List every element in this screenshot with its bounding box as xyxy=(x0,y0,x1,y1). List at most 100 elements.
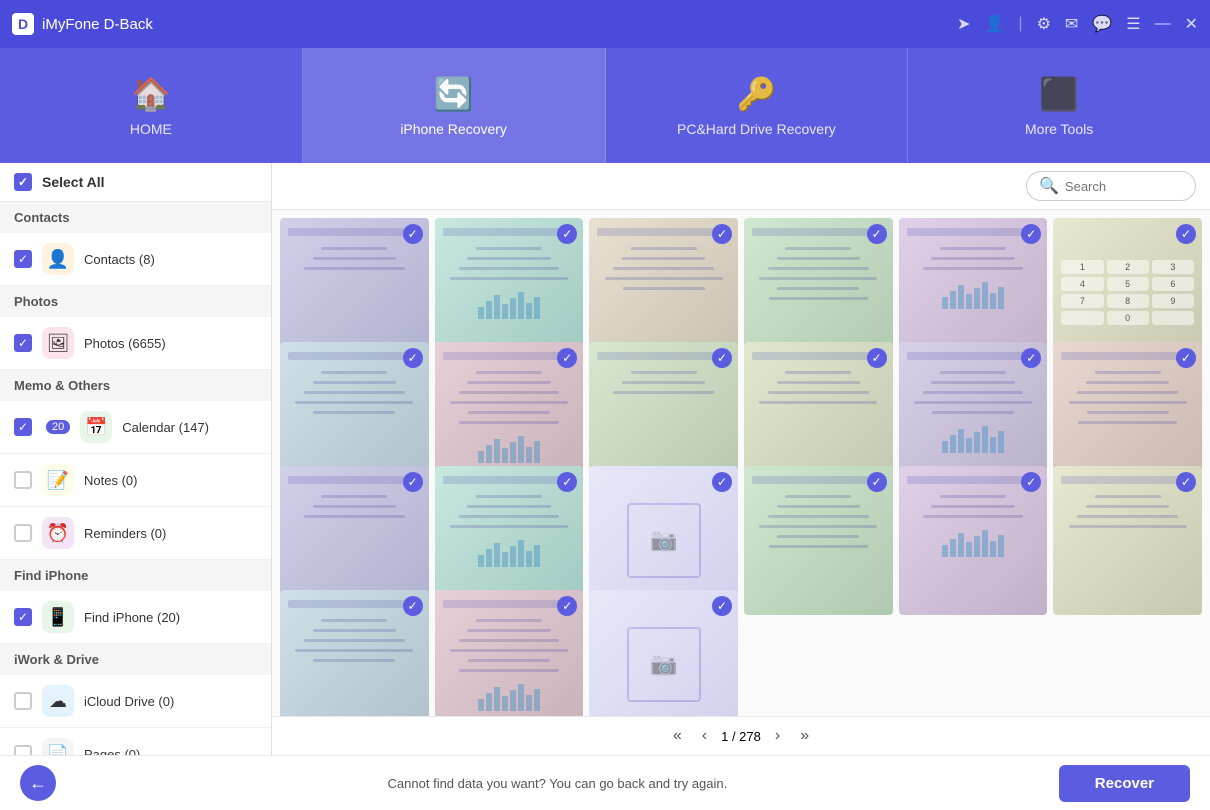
sidebar-item-pages[interactable]: 📄 Pages (0) xyxy=(0,728,271,755)
app-name: iMyFone D-Back xyxy=(42,16,957,33)
grid-item[interactable]: ✓ xyxy=(435,590,584,716)
search-icon: 🔍 xyxy=(1039,176,1059,196)
search-box[interactable]: 🔍 xyxy=(1026,171,1196,201)
tab-more-tools[interactable]: ⬛ More Tools xyxy=(908,48,1210,163)
app-logo: D xyxy=(12,13,34,35)
grid-item[interactable]: ✓ xyxy=(899,466,1048,615)
bottom-bar: ← Cannot find data you want? You can go … xyxy=(0,755,1210,810)
placeholder-image-icon: 📷 xyxy=(627,503,701,577)
item-check[interactable]: ✓ xyxy=(1176,472,1196,492)
nav-tabs: 🏠 HOME 🔄 iPhone Recovery 🔑 PC&Hard Drive… xyxy=(0,48,1210,163)
last-page-button[interactable]: » xyxy=(794,725,815,747)
section-photos-header: Photos xyxy=(0,286,271,317)
section-find-iphone-header: Find iPhone xyxy=(0,560,271,591)
tab-pc-recovery-label: PC&Hard Drive Recovery xyxy=(677,121,836,137)
first-page-button[interactable]: « xyxy=(667,725,688,747)
find-iphone-icon: 📱 xyxy=(42,601,74,633)
item-check[interactable]: ✓ xyxy=(1176,224,1196,244)
close-icon[interactable]: ✕ xyxy=(1185,14,1198,34)
pages-checkbox[interactable] xyxy=(14,745,32,755)
sidebar-item-calendar[interactable]: ✓ 20 📅 Calendar (147) xyxy=(0,401,271,454)
notes-icon: 📝 xyxy=(42,464,74,496)
item-check[interactable]: ✓ xyxy=(712,472,732,492)
grid-item[interactable]: ✓ xyxy=(744,466,893,615)
tab-iphone-recovery-label: iPhone Recovery xyxy=(400,121,507,137)
calendar-checkbox[interactable]: ✓ xyxy=(14,418,32,436)
item-check[interactable]: ✓ xyxy=(712,224,732,244)
window-controls: ➤ 👤 | ⚙ ✉ 💬 ☰ — ✕ xyxy=(957,14,1198,34)
icloud-drive-checkbox[interactable] xyxy=(14,692,32,710)
title-bar: D iMyFone D-Back ➤ 👤 | ⚙ ✉ 💬 ☰ — ✕ xyxy=(0,0,1210,48)
tab-more-tools-label: More Tools xyxy=(1025,121,1093,137)
tab-iphone-recovery[interactable]: 🔄 iPhone Recovery xyxy=(303,48,606,163)
reminders-label: Reminders (0) xyxy=(84,526,166,541)
sidebar-item-reminders[interactable]: ⏰ Reminders (0) xyxy=(0,507,271,560)
item-check[interactable]: ✓ xyxy=(403,348,423,368)
section-contacts-header: Contacts xyxy=(0,202,271,233)
item-check[interactable]: ✓ xyxy=(712,596,732,616)
tab-home-label: HOME xyxy=(130,121,172,137)
grid-item[interactable]: ✓ xyxy=(1053,466,1202,615)
calendar-badge: 20 xyxy=(46,420,70,434)
tab-home[interactable]: 🏠 HOME xyxy=(0,48,303,163)
calendar-label: Calendar (147) xyxy=(122,420,209,435)
main-content: ✓ Select All Contacts ✓ 👤 Contacts (8) P… xyxy=(0,163,1210,755)
item-check[interactable]: ✓ xyxy=(712,348,732,368)
section-memo-header: Memo & Others xyxy=(0,370,271,401)
pagination: « ‹ 1 / 278 › » xyxy=(272,716,1210,755)
back-button[interactable]: ← xyxy=(20,765,56,801)
item-check[interactable]: ✓ xyxy=(1176,348,1196,368)
item-check[interactable]: ✓ xyxy=(867,472,887,492)
select-all-row[interactable]: ✓ Select All xyxy=(0,163,271,202)
minimize-icon[interactable]: — xyxy=(1155,15,1171,33)
pages-icon: 📄 xyxy=(42,738,74,755)
sidebar-item-icloud-drive[interactable]: ☁ iCloud Drive (0) xyxy=(0,675,271,728)
iphone-recovery-icon: 🔄 xyxy=(434,75,474,113)
notes-label: Notes (0) xyxy=(84,473,137,488)
content-toolbar: 🔍 xyxy=(272,163,1210,210)
find-iphone-checkbox[interactable]: ✓ xyxy=(14,608,32,626)
pages-label: Pages (0) xyxy=(84,747,140,756)
tab-pc-recovery[interactable]: 🔑 PC&Hard Drive Recovery xyxy=(606,48,909,163)
share-icon[interactable]: ➤ xyxy=(957,14,970,34)
bottom-message: Cannot find data you want? You can go ba… xyxy=(72,776,1043,791)
chat-icon[interactable]: 💬 xyxy=(1092,14,1112,34)
item-check[interactable]: ✓ xyxy=(403,596,423,616)
sidebar: ✓ Select All Contacts ✓ 👤 Contacts (8) P… xyxy=(0,163,272,755)
user-icon[interactable]: 👤 xyxy=(985,14,1005,34)
search-input[interactable] xyxy=(1065,179,1183,194)
prev-page-button[interactable]: ‹ xyxy=(696,725,713,747)
calendar-icon: 📅 xyxy=(80,411,112,443)
item-check[interactable]: ✓ xyxy=(403,224,423,244)
next-page-button[interactable]: › xyxy=(769,725,786,747)
grid-item[interactable]: ✓ xyxy=(280,590,429,716)
photos-label: Photos (6655) xyxy=(84,336,166,351)
item-check[interactable]: ✓ xyxy=(403,472,423,492)
more-tools-icon: ⬛ xyxy=(1039,75,1079,113)
reminders-checkbox[interactable] xyxy=(14,524,32,542)
sidebar-item-find-iphone[interactable]: ✓ 📱 Find iPhone (20) xyxy=(0,591,271,644)
contacts-checkbox[interactable]: ✓ xyxy=(14,250,32,268)
image-grid: ✓ ✓ ✓ ✓ xyxy=(272,210,1210,716)
photos-checkbox[interactable]: ✓ xyxy=(14,334,32,352)
grid-item[interactable]: 📷 ✓ xyxy=(589,590,738,716)
select-all-checkbox[interactable]: ✓ xyxy=(14,173,32,191)
content-area: 🔍 ✓ ✓ xyxy=(272,163,1210,755)
item-check[interactable]: ✓ xyxy=(867,348,887,368)
menu-icon[interactable]: ☰ xyxy=(1126,14,1140,34)
placeholder-image-icon: 📷 xyxy=(627,627,701,701)
icloud-drive-icon: ☁ xyxy=(42,685,74,717)
photos-icon: 🖼 xyxy=(42,327,74,359)
sidebar-item-notes[interactable]: 📝 Notes (0) xyxy=(0,454,271,507)
sidebar-item-photos[interactable]: ✓ 🖼 Photos (6655) xyxy=(0,317,271,370)
settings-icon[interactable]: ⚙ xyxy=(1037,14,1051,34)
mail-icon[interactable]: ✉ xyxy=(1065,14,1078,34)
item-check[interactable]: ✓ xyxy=(867,224,887,244)
find-iphone-label: Find iPhone (20) xyxy=(84,610,180,625)
sidebar-item-contacts[interactable]: ✓ 👤 Contacts (8) xyxy=(0,233,271,286)
recover-button[interactable]: Recover xyxy=(1059,765,1190,802)
select-all-label: Select All xyxy=(42,174,105,190)
contacts-label: Contacts (8) xyxy=(84,252,155,267)
section-iwork-header: iWork & Drive xyxy=(0,644,271,675)
notes-checkbox[interactable] xyxy=(14,471,32,489)
